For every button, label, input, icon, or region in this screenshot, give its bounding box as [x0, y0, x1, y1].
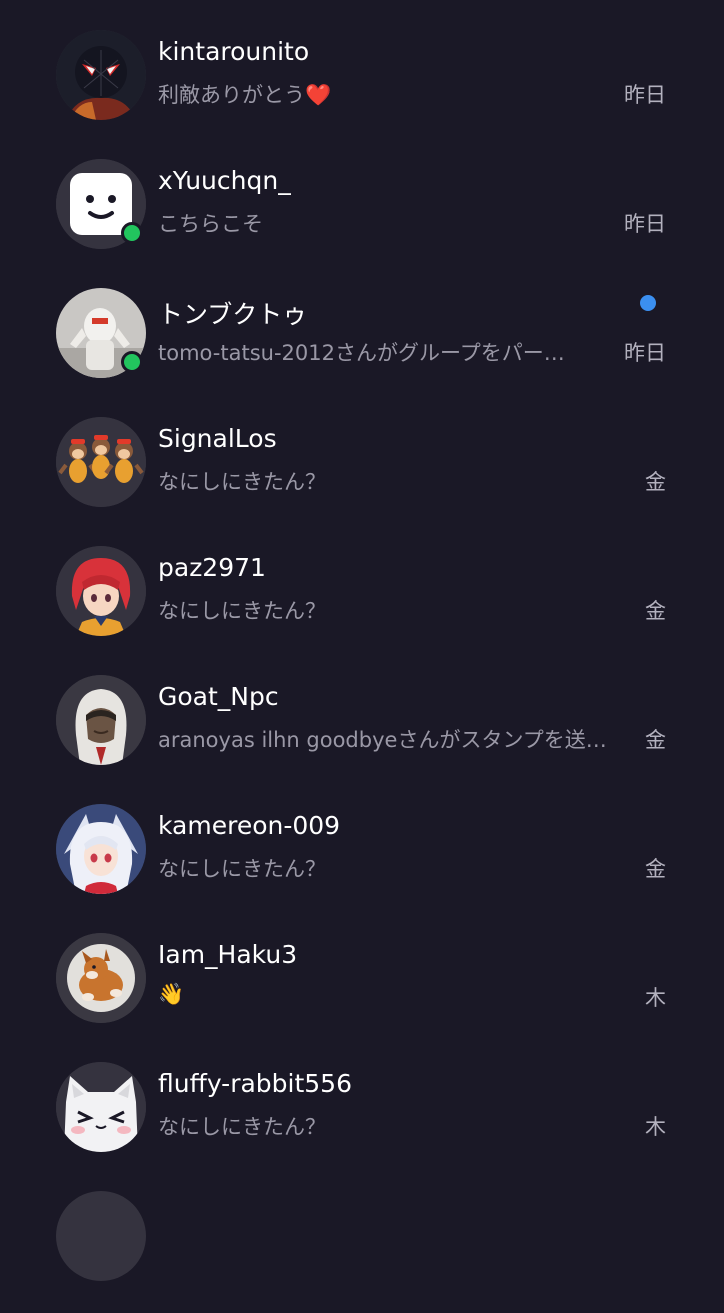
- conversation-time: 昨日: [624, 341, 666, 365]
- conversation-time: 金: [645, 599, 666, 623]
- puppy-avatar-icon: [56, 933, 146, 1023]
- conversation-name: Iam_Haku3: [158, 940, 298, 969]
- heart-emoji: ❤️: [305, 83, 332, 107]
- conversation-row[interactable]: fluffy-rabbit556 なにしにきたん？ 木: [0, 1055, 724, 1184]
- conversation-row[interactable]: kintarounito 利敵ありがとう❤️ 昨日: [0, 23, 724, 152]
- online-status-indicator: [121, 351, 143, 373]
- white-cat-avatar-icon: [56, 1062, 146, 1152]
- conversation-row[interactable]: [0, 1184, 724, 1313]
- conversation-name: paz2971: [158, 553, 266, 582]
- conversation-row[interactable]: xYuuchqn_ こちらこそ 昨日: [0, 152, 724, 281]
- conversation-row[interactable]: kamereon-009 なにしにきたん？ 金: [0, 797, 724, 926]
- conversation-time: 昨日: [624, 83, 666, 107]
- conversation-row[interactable]: トンブクトゥ tomo-tatsu-2012さんがグループをパー… 昨日: [0, 281, 724, 410]
- conversation-name: xYuuchqn_: [158, 166, 291, 195]
- conversation-name: kamereon-009: [158, 811, 341, 840]
- conversation-time: 木: [645, 986, 666, 1010]
- conversation-preview: こちらこそ: [158, 212, 263, 236]
- monkeys-avatar-icon: [56, 417, 146, 507]
- hooded-assassin-avatar-icon: [56, 675, 146, 765]
- conversation-row[interactable]: Iam_Haku3 👋 木: [0, 926, 724, 1055]
- online-status-indicator: [121, 222, 143, 244]
- conversation-preview: なにしにきたん？: [158, 1115, 326, 1139]
- conversation-time: 金: [645, 728, 666, 752]
- conversation-name: Goat_Npc: [158, 682, 279, 711]
- conversation-time: 金: [645, 470, 666, 494]
- conversation-preview: なにしにきたん？: [158, 470, 326, 494]
- red-hair-girl-avatar-icon: [56, 546, 146, 636]
- spider-man-avatar-icon: [56, 30, 146, 120]
- waving-hand-emoji: 👋: [158, 982, 185, 1006]
- conversation-name: fluffy-rabbit556: [158, 1069, 352, 1098]
- conversation-preview: なにしにきたん？: [158, 857, 326, 881]
- conversation-time: 金: [645, 857, 666, 881]
- unread-indicator: [640, 295, 656, 311]
- conversation-preview: 利敵ありがとう❤️: [158, 83, 332, 107]
- conversation-time: 昨日: [624, 212, 666, 236]
- conversation-row[interactable]: Goat_Npc aranoyas ilhn goodbyeさんがスタンプを送……: [0, 668, 724, 797]
- conversation-name: トンブクトゥ: [158, 300, 308, 329]
- conversation-name: SignalLos: [158, 424, 277, 453]
- conversation-name: kintarounito: [158, 37, 310, 66]
- white-hair-girl-avatar-icon: [56, 804, 146, 894]
- avatar: [56, 1191, 146, 1281]
- conversation-time: 木: [645, 1115, 666, 1139]
- conversation-row[interactable]: SignalLos なにしにきたん？ 金: [0, 410, 724, 539]
- conversation-preview: なにしにきたん？: [158, 599, 326, 623]
- conversation-preview: aranoyas ilhn goodbyeさんがスタンプを送…: [158, 728, 607, 752]
- conversation-preview: tomo-tatsu-2012さんがグループをパー…: [158, 341, 565, 365]
- conversation-row[interactable]: paz2971 なにしにきたん？ 金: [0, 539, 724, 668]
